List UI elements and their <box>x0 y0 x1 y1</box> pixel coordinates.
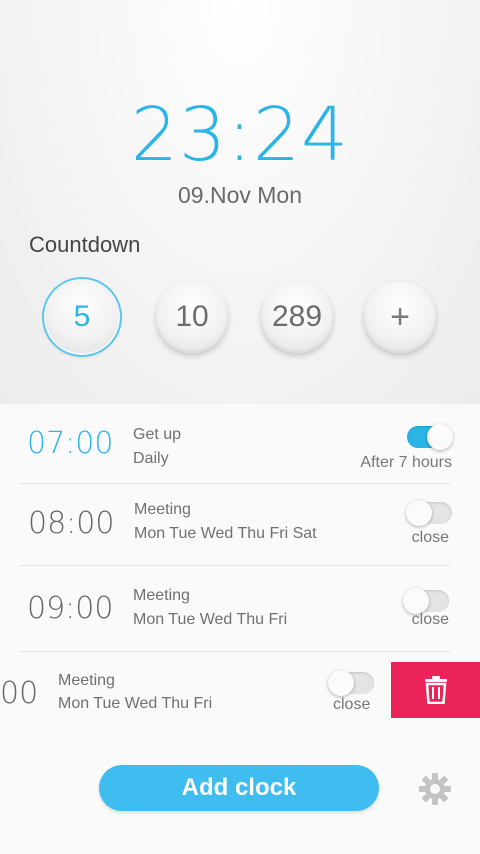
add-clock-button[interactable]: Add clock <box>99 765 379 811</box>
clock-header: 23:24 09.Nov Mon Countdown 5 10 289 + <box>0 0 480 404</box>
toggle-knob <box>406 500 432 526</box>
alarm-toggle[interactable] <box>407 424 453 450</box>
countdown-preset-label: 289 <box>271 300 323 333</box>
alarm-row[interactable]: 09:00 Meeting Mon Tue Wed Thu Fri close <box>0 566 480 652</box>
settings-button[interactable] <box>418 772 452 806</box>
gear-icon <box>419 773 451 805</box>
countdown-preset-5[interactable]: 5 <box>46 281 118 353</box>
alarm-row[interactable]: 08:00 Meeting Mon Tue Wed Thu Fri Sat cl… <box>0 484 480 566</box>
alarm-status: close <box>411 529 449 546</box>
alarm-time: 09:00 <box>27 591 114 626</box>
countdown-preset-289[interactable]: 289 <box>261 281 333 353</box>
alarm-time: 07:00 <box>27 426 114 461</box>
alarm-list: 07:00 Get up Daily After 7 hours 08:00 M… <box>0 404 480 854</box>
alarm-status: After 7 hours <box>360 454 452 471</box>
alarm-label: Meeting <box>133 587 190 604</box>
alarm-label: Meeting <box>134 501 191 518</box>
alarm-repeat: Mon Tue Wed Thu Fri Sat <box>134 525 317 542</box>
add-countdown-button[interactable]: + <box>364 281 436 353</box>
current-time: 23:24 <box>130 92 350 178</box>
alarm-label: Meeting <box>58 672 115 689</box>
alarm-row[interactable]: 07:00 Get up Daily After 7 hours <box>0 404 480 484</box>
alarm-status: close <box>333 696 371 713</box>
plus-icon: + <box>390 297 410 336</box>
countdown-title: Countdown <box>29 232 141 257</box>
countdown-preset-label: 5 <box>73 300 91 333</box>
alarm-toggle[interactable] <box>328 670 374 696</box>
alarm-repeat: Mon Tue Wed Thu Fri <box>133 611 288 628</box>
alarm-repeat: Daily <box>133 450 169 467</box>
trash-icon <box>424 676 447 704</box>
toggle-knob <box>328 670 354 696</box>
alarm-label: Get up <box>133 426 182 443</box>
countdown-preset-10[interactable]: 10 <box>156 281 228 353</box>
alarm-repeat: Mon Tue Wed Thu Fri <box>58 695 213 712</box>
alarm-time: 00 <box>0 676 39 711</box>
countdown-preset-label: 10 <box>175 300 209 333</box>
alarm-toggle[interactable] <box>406 500 452 526</box>
alarm-time: 08:00 <box>28 506 115 541</box>
alarm-toggle[interactable] <box>403 588 449 614</box>
alarm-status: close <box>411 611 449 628</box>
toggle-knob <box>427 424 453 450</box>
current-date: 09.Nov Mon <box>177 182 302 208</box>
delete-alarm-button[interactable] <box>391 662 480 718</box>
